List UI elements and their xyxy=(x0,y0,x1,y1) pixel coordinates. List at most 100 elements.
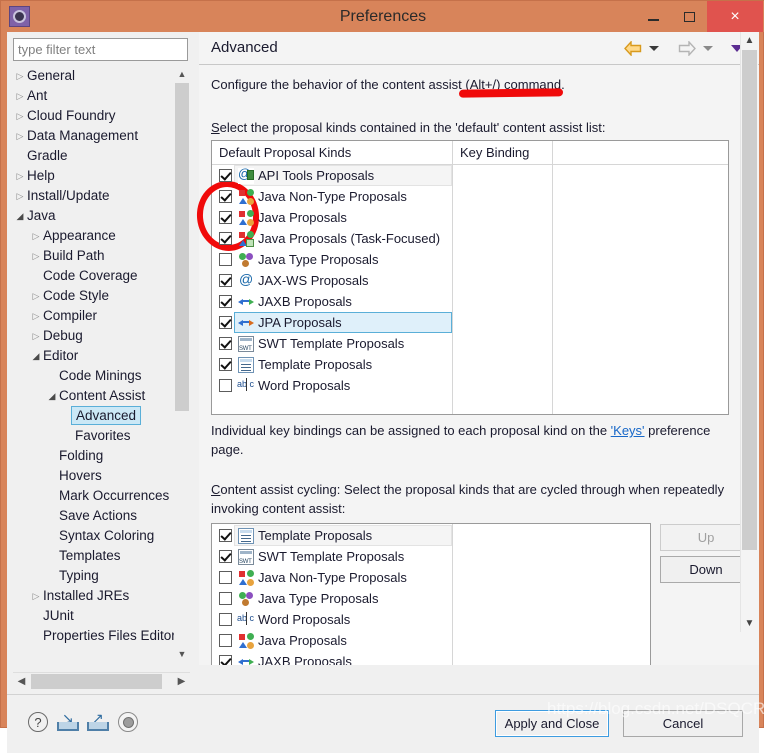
row-checkbox[interactable] xyxy=(219,337,232,350)
table-row[interactable]: JPA Proposals xyxy=(212,312,728,333)
close-button[interactable]: × xyxy=(707,1,763,32)
row-checkbox[interactable] xyxy=(219,190,232,203)
sidebar-item-favorites[interactable]: Favorites xyxy=(13,426,181,446)
table-row[interactable]: SWT Template Proposals xyxy=(212,546,650,567)
scroll-down-icon[interactable]: ▼ xyxy=(174,646,190,662)
column-header-extra[interactable] xyxy=(552,141,728,164)
sidebar-item-content-assist[interactable]: ◢ Content Assist xyxy=(13,386,181,406)
default-proposal-kinds-table[interactable]: Default Proposal Kinds Key Binding API T… xyxy=(211,140,729,415)
back-arrow-icon[interactable] xyxy=(623,39,643,57)
sidebar-item-editor[interactable]: ◢ Editor xyxy=(13,346,181,366)
table-row[interactable]: Java Proposals xyxy=(212,207,728,228)
sidebar-item-code-style[interactable]: ▷ Code Style xyxy=(13,286,181,306)
sidebar-item-properties-files-editor[interactable]: Properties Files Editor xyxy=(13,626,181,646)
filter-input[interactable] xyxy=(13,38,188,61)
row-checkbox[interactable] xyxy=(219,358,232,371)
page-scroll-thumb[interactable] xyxy=(742,50,757,550)
expand-triangle-icon[interactable]: ▷ xyxy=(13,166,27,186)
table-row[interactable]: Java Non-Type Proposals xyxy=(212,186,728,207)
sidebar-item-general[interactable]: ▷ General xyxy=(13,66,181,86)
help-icon[interactable]: ? xyxy=(25,709,51,735)
sidebar-item-data-management[interactable]: ▷ Data Management xyxy=(13,126,181,146)
expand-triangle-icon[interactable]: ▷ xyxy=(29,246,43,266)
sidebar-item-syntax-coloring[interactable]: Syntax Coloring xyxy=(13,526,181,546)
expand-triangle-icon[interactable]: ▷ xyxy=(29,226,43,246)
expand-triangle-icon[interactable]: ▷ xyxy=(29,586,43,606)
expand-triangle-icon[interactable]: ▷ xyxy=(13,106,27,126)
scroll-right-icon[interactable]: ▶ xyxy=(173,673,190,690)
expand-triangle-icon[interactable]: ▷ xyxy=(29,286,43,306)
move-down-button[interactable]: Down xyxy=(660,556,752,583)
forward-arrow-icon[interactable] xyxy=(677,39,697,57)
table-row[interactable]: Java Type Proposals xyxy=(212,249,728,270)
export-icon[interactable]: ↗ xyxy=(85,709,111,735)
sidebar-item-appearance[interactable]: ▷ Appearance xyxy=(13,226,181,246)
sidebar-item-installed-jres[interactable]: ▷ Installed JREs xyxy=(13,586,181,606)
import-icon[interactable]: ↘ xyxy=(55,709,81,735)
oomph-recorder-icon[interactable] xyxy=(115,709,141,735)
table-row[interactable]: Java Proposals (Task-Focused) xyxy=(212,228,728,249)
sidebar-item-typing[interactable]: Typing xyxy=(13,566,181,586)
scroll-left-icon[interactable]: ◀ xyxy=(13,673,30,690)
row-checkbox[interactable] xyxy=(219,211,232,224)
sidebar-item-help[interactable]: ▷ Help xyxy=(13,166,181,186)
sidebar-item-save-actions[interactable]: Save Actions xyxy=(13,506,181,526)
sidebar-item-cloud-foundry[interactable]: ▷ Cloud Foundry xyxy=(13,106,181,126)
row-checkbox[interactable] xyxy=(219,274,232,287)
expand-triangle-icon[interactable]: ▷ xyxy=(29,306,43,326)
table-row[interactable]: Template Proposals xyxy=(212,354,728,375)
preferences-tree[interactable]: ▷ General ▷ Ant ▷ Cloud Foundry ▷ Data Manageme… xyxy=(13,66,196,662)
table-row[interactable]: Java Non-Type Proposals xyxy=(212,567,650,588)
row-checkbox[interactable] xyxy=(219,550,232,563)
table-row[interactable]: Java Proposals xyxy=(212,630,650,651)
row-checkbox[interactable] xyxy=(219,655,232,665)
row-checkbox[interactable] xyxy=(219,253,232,266)
sidebar-item-templates[interactable]: Templates xyxy=(13,546,181,566)
page-vertical-scrollbar[interactable]: ▲ ▼ xyxy=(740,32,758,632)
table-row[interactable]: Word Proposals xyxy=(212,609,650,630)
scroll-up-icon[interactable]: ▲ xyxy=(174,66,190,82)
table-row[interactable]: SWT Template Proposals xyxy=(212,333,728,354)
apply-and-close-button[interactable]: Apply and Close xyxy=(495,710,609,737)
sidebar-item-junit[interactable]: JUnit xyxy=(13,606,181,626)
tree-scroll-thumb[interactable] xyxy=(175,83,189,411)
row-checkbox[interactable] xyxy=(219,592,232,605)
column-header-default-proposal-kinds[interactable]: Default Proposal Kinds xyxy=(212,141,452,164)
forward-dropdown-icon[interactable] xyxy=(701,39,715,57)
expand-triangle-icon[interactable]: ▷ xyxy=(13,66,27,86)
row-checkbox[interactable] xyxy=(219,169,232,182)
page-scroll-up-icon[interactable]: ▲ xyxy=(741,32,758,49)
table-row[interactable]: Template Proposals xyxy=(212,525,650,546)
row-checkbox[interactable] xyxy=(219,571,232,584)
table-row[interactable]: API Tools Proposals xyxy=(212,165,728,186)
tree-vertical-scrollbar[interactable]: ▲ ▼ xyxy=(174,66,190,662)
collapse-triangle-icon[interactable]: ◢ xyxy=(13,206,27,226)
table-row[interactable]: Word Proposals xyxy=(212,375,728,396)
row-checkbox[interactable] xyxy=(219,232,232,245)
back-dropdown-icon[interactable] xyxy=(647,39,661,57)
minimize-button[interactable] xyxy=(637,1,669,32)
column-header-key-binding[interactable]: Key Binding xyxy=(452,141,552,164)
sidebar-item-compiler[interactable]: ▷ Compiler xyxy=(13,306,181,326)
keys-preference-link[interactable]: 'Keys' xyxy=(611,423,645,438)
content-assist-cycling-table[interactable]: Template Proposals SWT Template Proposals… xyxy=(211,523,651,665)
move-up-button[interactable]: Up xyxy=(660,524,752,551)
row-checkbox[interactable] xyxy=(219,316,232,329)
row-checkbox[interactable] xyxy=(219,379,232,392)
sidebar-item-mark-occurrences[interactable]: Mark Occurrences xyxy=(13,486,181,506)
sidebar-item-gradle[interactable]: Gradle xyxy=(13,146,181,166)
sidebar-item-ant[interactable]: ▷ Ant xyxy=(13,86,181,106)
row-checkbox[interactable] xyxy=(219,634,232,647)
sidebar-item-build-path[interactable]: ▷ Build Path xyxy=(13,246,181,266)
sidebar-item-code-minings[interactable]: Code Minings xyxy=(13,366,181,386)
expand-triangle-icon[interactable]: ▷ xyxy=(13,126,27,146)
table-row[interactable]: JAXB Proposals xyxy=(212,651,650,665)
table-row[interactable]: JAXB Proposals xyxy=(212,291,728,312)
expand-triangle-icon[interactable]: ▷ xyxy=(13,186,27,206)
table-row[interactable]: Java Type Proposals xyxy=(212,588,650,609)
row-checkbox[interactable] xyxy=(219,295,232,308)
maximize-button[interactable] xyxy=(673,1,705,32)
table-row[interactable]: JAX-WS Proposals xyxy=(212,270,728,291)
cancel-button[interactable]: Cancel xyxy=(623,710,743,737)
tree-hscroll-thumb[interactable] xyxy=(31,674,162,689)
